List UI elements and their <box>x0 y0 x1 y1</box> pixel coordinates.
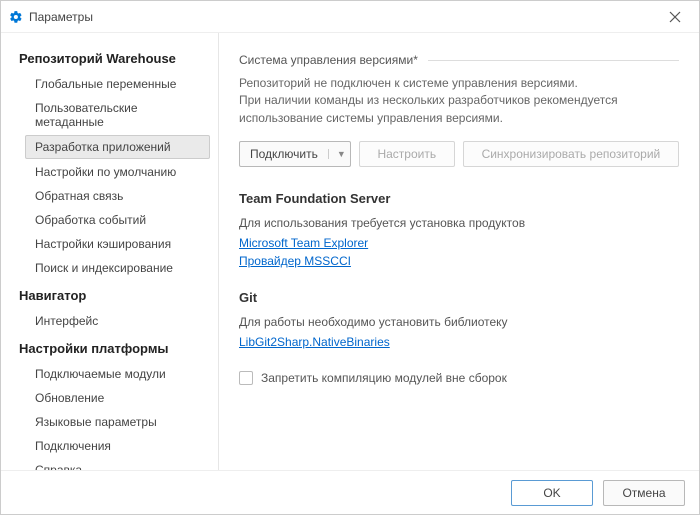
cancel-button[interactable]: Отмена <box>603 480 685 506</box>
sidebar-item[interactable]: Пользовательские метаданные <box>1 96 218 134</box>
sidebar-item[interactable]: Глобальные переменные <box>1 72 218 96</box>
sidebar-item[interactable]: Интерфейс <box>1 309 218 333</box>
chevron-down-icon: ▼ <box>328 149 346 159</box>
gear-icon <box>9 10 23 24</box>
section-header: Система управления версиями* <box>239 53 679 67</box>
tfs-title: Team Foundation Server <box>239 191 679 206</box>
checkbox-row: Запретить компиляцию модулей вне сборок <box>239 371 679 385</box>
sidebar-item[interactable]: Справка <box>1 458 218 470</box>
window-title: Параметры <box>29 10 659 24</box>
connect-button[interactable]: Подключить ▼ <box>239 141 351 167</box>
button-row: Подключить ▼ Настроить Синхронизировать … <box>239 141 679 167</box>
content-pane: Система управления версиями* Репозиторий… <box>219 33 699 470</box>
sidebar-item[interactable]: Разработка приложений <box>25 135 210 159</box>
sidebar-group-title: Настройки платформы <box>1 333 218 362</box>
section-description: Репозиторий не подключен к системе управ… <box>239 75 679 127</box>
sidebar-item[interactable]: Обработка событий <box>1 208 218 232</box>
checkbox-label: Запретить компиляцию модулей вне сборок <box>261 371 507 385</box>
dialog-body: Репозиторий WarehouseГлобальные переменн… <box>1 33 699 470</box>
tfs-link-msscci[interactable]: Провайдер MSSCCI <box>239 254 679 268</box>
sidebar-item[interactable]: Обновление <box>1 386 218 410</box>
git-block: Git Для работы необходимо установить биб… <box>239 290 679 349</box>
tfs-block: Team Foundation Server Для использования… <box>239 191 679 268</box>
title-bar: Параметры <box>1 1 699 33</box>
sidebar-item[interactable]: Подключаемые модули <box>1 362 218 386</box>
sidebar-group-title: Навигатор <box>1 280 218 309</box>
sidebar: Репозиторий WarehouseГлобальные переменн… <box>1 33 219 470</box>
sidebar-item[interactable]: Обратная связь <box>1 184 218 208</box>
sync-button[interactable]: Синхронизировать репозиторий <box>463 141 679 167</box>
git-link-libgit2sharp[interactable]: LibGit2Sharp.NativeBinaries <box>239 335 679 349</box>
footer: OK Отмена <box>1 470 699 514</box>
connect-label: Подключить <box>250 147 318 161</box>
divider <box>428 60 679 61</box>
close-button[interactable] <box>659 1 691 33</box>
sidebar-item[interactable]: Поиск и индексирование <box>1 256 218 280</box>
git-title: Git <box>239 290 679 305</box>
desc-line: Репозиторий не подключен к системе управ… <box>239 76 578 90</box>
tfs-link-explorer[interactable]: Microsoft Team Explorer <box>239 236 679 250</box>
sidebar-group-title: Репозиторий Warehouse <box>1 43 218 72</box>
ok-button[interactable]: OK <box>511 480 593 506</box>
section-title: Система управления версиями* <box>239 53 418 67</box>
settings-window: Параметры Репозиторий WarehouseГлобальны… <box>0 0 700 515</box>
sidebar-item[interactable]: Настройки по умолчанию <box>1 160 218 184</box>
git-desc: Для работы необходимо установить библиот… <box>239 315 679 329</box>
configure-button[interactable]: Настроить <box>359 141 455 167</box>
desc-line: При наличии команды из нескольких разраб… <box>239 93 618 124</box>
sidebar-item[interactable]: Настройки кэширования <box>1 232 218 256</box>
tfs-desc: Для использования требуется установка пр… <box>239 216 679 230</box>
sidebar-item[interactable]: Языковые параметры <box>1 410 218 434</box>
sidebar-item[interactable]: Подключения <box>1 434 218 458</box>
forbid-compile-checkbox[interactable] <box>239 371 253 385</box>
